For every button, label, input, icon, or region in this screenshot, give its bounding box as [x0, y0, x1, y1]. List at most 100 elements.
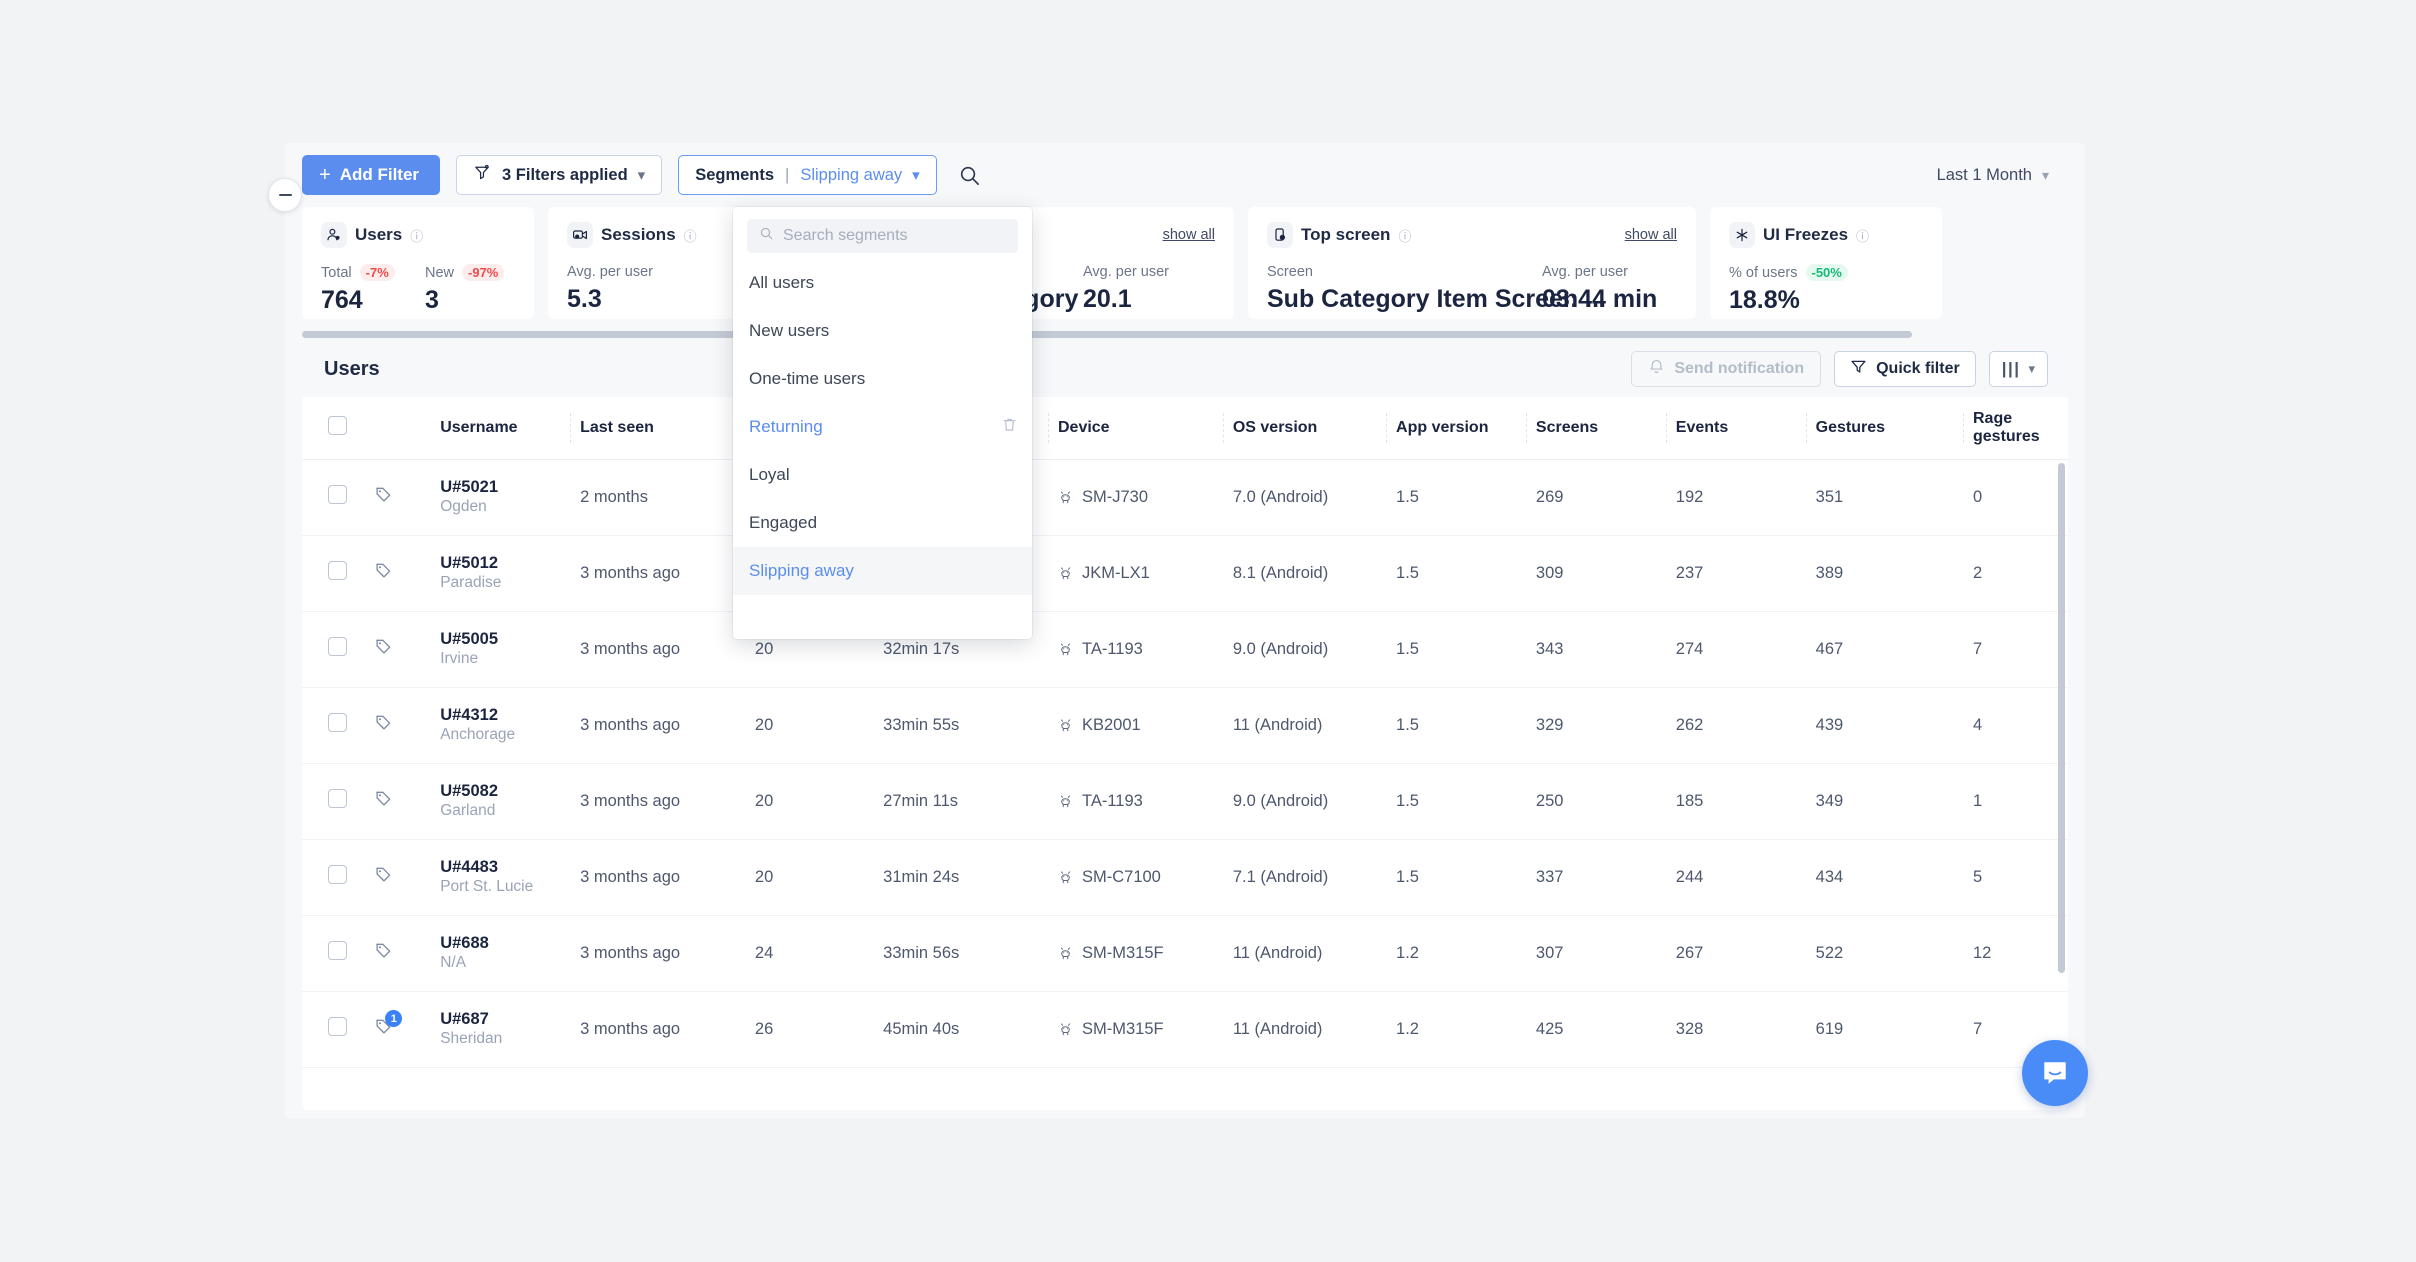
- row-rage-gestures-cell: 4: [1963, 687, 2068, 764]
- col-username[interactable]: Username: [430, 397, 571, 460]
- table-row[interactable]: 1 U#687 Sheridan 3 months ago 26 45min 40s SM-…: [302, 991, 2068, 1068]
- sidebar-collapse-handle[interactable]: [268, 178, 302, 212]
- row-checkbox[interactable]: [327, 941, 347, 960]
- row-status-cell: [302, 611, 328, 688]
- row-username-cell[interactable]: U#687 Sheridan: [430, 991, 571, 1068]
- row-username-cell[interactable]: U#5021 Ogden: [430, 459, 571, 536]
- table-row[interactable]: U#5021Ogden2 months… 3sSM-J7307.0 (Andro…: [302, 459, 2068, 536]
- show-all-link[interactable]: show all: [1163, 227, 1215, 243]
- col-rage-gestures[interactable]: Rage gestures: [1963, 397, 2068, 460]
- row-events: 192: [1675, 487, 1704, 506]
- row-select-cell[interactable]: [327, 459, 375, 536]
- row-select-cell[interactable]: [327, 915, 375, 992]
- row-username-cell[interactable]: U#4312 Anchorage: [430, 687, 571, 764]
- table-row[interactable]: U#688 N/A 3 months ago 24 33min 56s SM-M315F 1…: [302, 915, 2068, 992]
- kpi-title: Users: [355, 225, 403, 244]
- col-os-version[interactable]: OS version: [1222, 397, 1387, 460]
- segment-menu-item[interactable]: Returning: [733, 403, 1032, 451]
- quick-filter-button[interactable]: Quick filter: [1834, 351, 1976, 387]
- col-screens[interactable]: Screens: [1525, 397, 1666, 460]
- filters-applied-button[interactable]: 3 Filters applied ▾: [456, 155, 663, 195]
- intercom-chat-button[interactable]: [2022, 1040, 2088, 1106]
- info-icon[interactable]: ⓘ: [1856, 226, 1869, 245]
- segments-button[interactable]: Segments | Slipping away ▾: [678, 155, 937, 195]
- segment-menu-item[interactable]: All users: [733, 259, 1032, 307]
- table-row[interactable]: U#5012Paradise3 months ago2030min 43sJKM…: [302, 535, 2068, 612]
- info-icon[interactable]: ⓘ: [1398, 226, 1411, 245]
- row-username-cell[interactable]: U#5005 Irvine: [430, 611, 571, 688]
- segments-label: Segments: [695, 165, 775, 184]
- row-time-in-app-cell: 31min 24s: [873, 839, 1048, 916]
- row-events: 244: [1675, 867, 1704, 886]
- segment-search-field[interactable]: Search segments: [747, 219, 1018, 253]
- row-tag-cell[interactable]: [374, 687, 431, 764]
- col-device[interactable]: Device: [1047, 397, 1223, 460]
- kpi-metric-value: 764: [321, 286, 363, 314]
- table-row[interactable]: U#5005 Irvine 3 months ago 20 32min 17s TA-11…: [302, 611, 2068, 688]
- row-tag-cell[interactable]: [374, 535, 431, 612]
- row-tag-cell[interactable]: [374, 459, 431, 536]
- row-username-cell[interactable]: U#4483 Port St. Lucie: [430, 839, 571, 916]
- row-tag-cell[interactable]: [374, 611, 431, 688]
- show-all-link[interactable]: show all: [1625, 227, 1677, 243]
- row-username-cell[interactable]: U#5012 Paradise: [430, 535, 571, 612]
- row-checkbox[interactable]: [327, 713, 347, 732]
- row-os-version: 9.0 (Android): [1232, 639, 1329, 658]
- row-gestures: 351: [1815, 487, 1844, 506]
- users-table-container: Username Last seen Sessions Time in app …: [302, 397, 2068, 1110]
- select-all-checkbox[interactable]: [327, 415, 347, 435]
- segment-search-placeholder: Search segments: [783, 227, 908, 244]
- row-select-cell[interactable]: [327, 763, 375, 840]
- row-tag-cell[interactable]: [374, 839, 431, 916]
- delete-segment-icon[interactable]: [1001, 416, 1018, 438]
- row-username-cell[interactable]: U#688 N/A: [430, 915, 571, 992]
- table-vertical-scrollbar[interactable]: [2058, 463, 2065, 973]
- table-row[interactable]: U#4483 Port St. Lucie 3 months ago 20 31min …: [302, 839, 2068, 916]
- info-icon[interactable]: ⓘ: [410, 226, 423, 245]
- row-gestures-cell: 434: [1805, 839, 1963, 916]
- search-button[interactable]: [953, 158, 987, 192]
- row-checkbox[interactable]: [327, 865, 347, 884]
- row-tag-cell[interactable]: [374, 763, 431, 840]
- send-notification-button[interactable]: Send notification: [1631, 351, 1822, 387]
- info-icon[interactable]: ⓘ: [684, 226, 697, 245]
- row-tag-cell[interactable]: 1: [374, 991, 431, 1068]
- row-screens: 307: [1535, 943, 1564, 962]
- row-select-cell[interactable]: [327, 839, 375, 916]
- row-select-cell[interactable]: [327, 687, 375, 764]
- row-app-version-cell: 1.5: [1386, 535, 1526, 612]
- col-events[interactable]: Events: [1665, 397, 1806, 460]
- row-tag-cell[interactable]: [374, 915, 431, 992]
- sessions-icon: [567, 222, 593, 248]
- row-select-cell[interactable]: [327, 611, 375, 688]
- segment-menu-item[interactable]: New users: [733, 307, 1032, 355]
- add-filter-button[interactable]: + Add Filter: [302, 155, 441, 195]
- col-select-all[interactable]: [327, 397, 375, 460]
- col-app-version[interactable]: App version: [1386, 397, 1526, 460]
- row-screens: 329: [1535, 715, 1564, 734]
- segment-menu-item[interactable]: Slipping away: [733, 547, 1032, 595]
- kpi-horizontal-scrollbar[interactable]: [302, 331, 1912, 338]
- table-row[interactable]: U#4312 Anchorage 3 months ago 20 33min 55s KB…: [302, 687, 2068, 764]
- row-rage-gestures: 5: [1973, 867, 1983, 886]
- row-select-cell[interactable]: [327, 535, 375, 612]
- col-last-seen[interactable]: Last seen: [570, 397, 745, 460]
- row-checkbox[interactable]: [327, 637, 347, 656]
- row-username-cell[interactable]: U#5082 Garland: [430, 763, 571, 840]
- columns-settings-button[interactable]: ||| ▾: [1988, 351, 2048, 387]
- date-range-selector[interactable]: Last 1 Month ▾: [1923, 156, 2063, 194]
- row-checkbox[interactable]: [327, 485, 347, 504]
- row-select-cell[interactable]: [327, 991, 375, 1068]
- kpi-metric: New -97% 3: [425, 264, 505, 315]
- table-row[interactable]: U#5082 Garland 3 months ago 20 27min 11s TA-1…: [302, 763, 2068, 840]
- row-checkbox[interactable]: [327, 789, 347, 808]
- row-events-cell: 262: [1665, 687, 1806, 764]
- segment-menu-item[interactable]: Loyal: [733, 451, 1032, 499]
- row-device-cell: SM-C7100: [1047, 839, 1223, 916]
- row-time-in-app: 33min 55s: [883, 715, 960, 734]
- col-gestures[interactable]: Gestures: [1805, 397, 1963, 460]
- row-checkbox[interactable]: [327, 1017, 347, 1036]
- segment-menu-item[interactable]: Engaged: [733, 499, 1032, 547]
- row-checkbox[interactable]: [327, 561, 347, 580]
- segment-menu-item[interactable]: One-time users: [733, 355, 1032, 403]
